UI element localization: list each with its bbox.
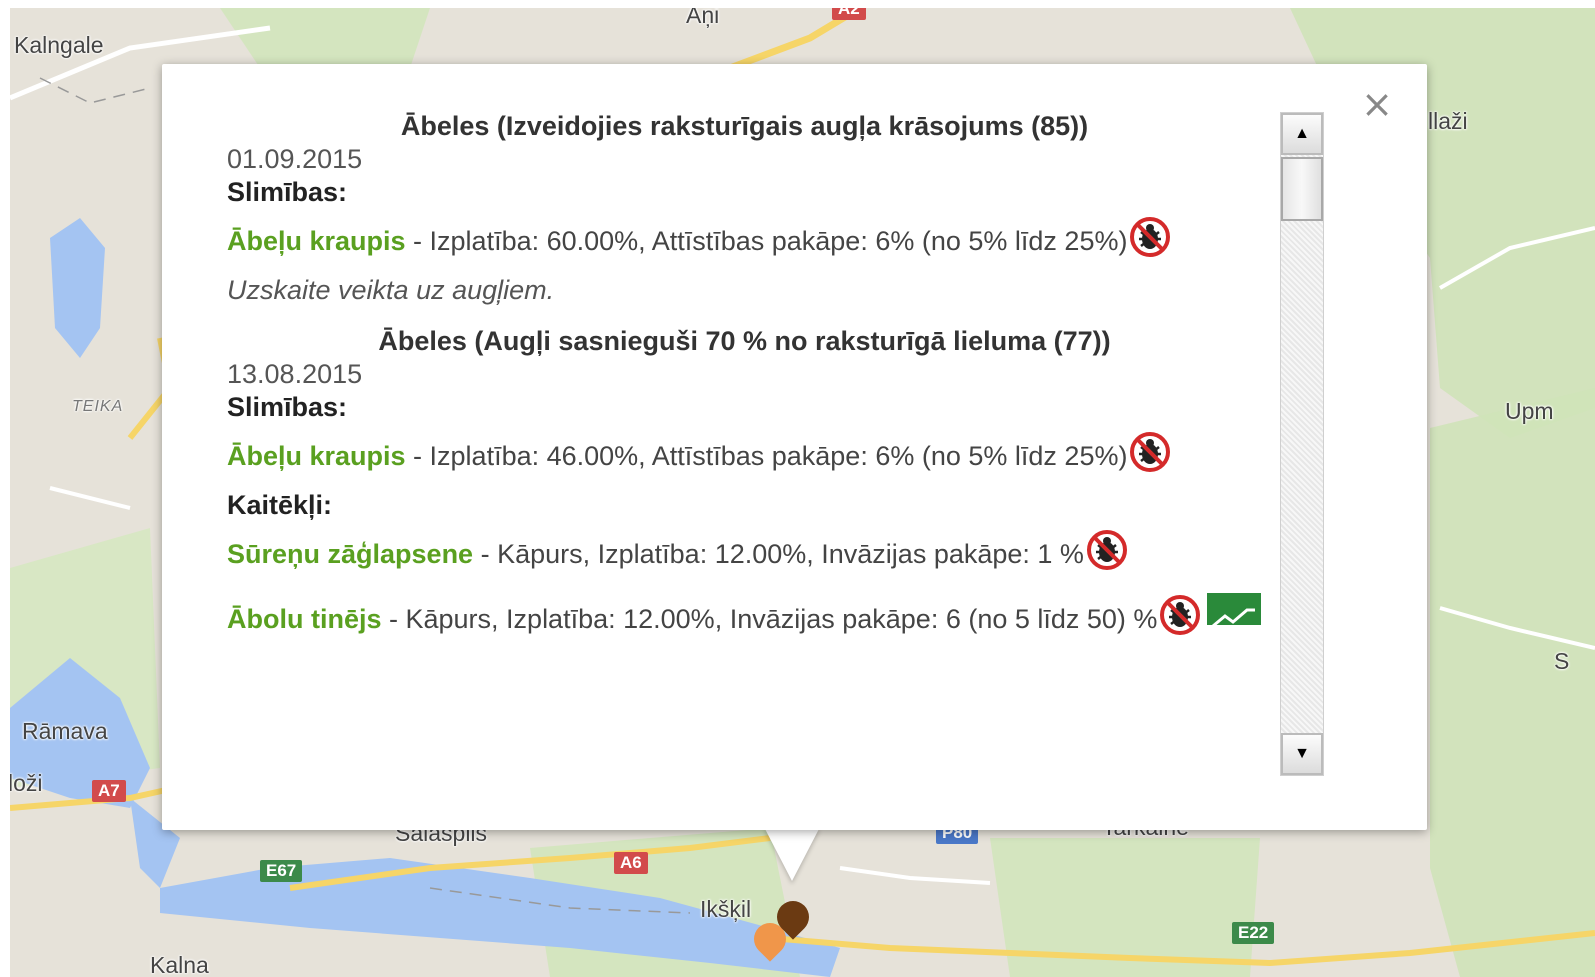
vertical-scrollbar[interactable]: ▲ ▼ [1280, 112, 1324, 776]
map-label-lozi: loži [10, 770, 43, 796]
section-label: Slimības: [227, 392, 348, 422]
item-name: Ābeļu kraupis [227, 441, 406, 471]
pest-item: Ābolu tinējs - Kāpurs, Izplatība: 12.00%… [227, 587, 1262, 652]
item-desc: - Kāpurs, Izplatība: 12.00%, Invāzijas p… [473, 539, 1084, 569]
pest-item: Sūreņu zāģlapsene - Kāpurs, Izplatība: 1… [227, 522, 1262, 587]
item-name: Ābeļu kraupis [227, 226, 406, 256]
item-desc: - Izplatība: 60.00%, Attīstības pakāpe: … [405, 226, 1128, 256]
item-desc: - Izplatība: 46.00%, Attīstības pakāpe: … [405, 441, 1128, 471]
observation-entry: Ābeles (Izveidojies raksturīgais augļa k… [227, 110, 1262, 307]
pest-warning-icon[interactable] [1129, 216, 1171, 258]
entry-date: 01.09.2015 [227, 144, 363, 174]
info-window-content[interactable]: Ābeles (Izveidojies raksturīgais augļa k… [227, 110, 1262, 772]
entry-date: 13.08.2015 [227, 359, 363, 389]
section-label: Slimības: [227, 177, 348, 207]
road-shield-a7: A7 [92, 780, 126, 802]
close-icon[interactable]: × [1361, 84, 1393, 124]
map-label-s: S [1554, 648, 1570, 674]
scroll-thumb[interactable] [1281, 157, 1323, 221]
road-shield-e67: E67 [260, 860, 303, 882]
entry-note: Uzskaite veikta uz augļiem. [227, 275, 555, 305]
item-name: Sūreņu zāģlapsene [227, 539, 474, 569]
trend-chart-icon[interactable] [1207, 593, 1262, 628]
road-shield-a2: A2 [832, 8, 866, 20]
info-window: × Ābeles (Izveidojies raksturīgais augļa… [162, 64, 1427, 830]
entry-title: Ābeles (Augļi sasnieguši 70 % no rakstur… [378, 326, 1111, 356]
road-shield-a6: A6 [614, 852, 648, 874]
item-desc: - Kāpurs, Izplatība: 12.00%, Invāzijas p… [381, 604, 1158, 634]
entry-title: Ābeles (Izveidojies raksturīgais augļa k… [400, 111, 1089, 141]
scroll-down-button[interactable]: ▼ [1281, 733, 1323, 775]
road-shield-e22: E22 [1232, 922, 1275, 944]
map-label-allazi: llaži [1428, 108, 1468, 134]
map-label-ani: Aņi [686, 8, 720, 28]
map-label-teika: TEIKA [72, 398, 124, 415]
disease-item: Ābeļu kraupis - Izplatība: 60.00%, Attīs… [227, 209, 1262, 274]
infowindow-tail [764, 827, 820, 881]
scroll-up-button[interactable]: ▲ [1281, 113, 1323, 155]
map-label-ramava: Rāmava [22, 718, 108, 744]
map-label-kalna: Kalna [150, 952, 209, 977]
pest-warning-icon[interactable] [1129, 431, 1171, 473]
item-name: Ābolu tinējs [227, 604, 382, 634]
map-label-ikskile: Ikšķil [700, 896, 752, 922]
pest-warning-icon[interactable] [1159, 594, 1201, 636]
section-label: Kaitēkļi: [227, 490, 333, 520]
map-label-kalngale: Kalngale [14, 32, 104, 58]
pest-warning-icon[interactable] [1086, 529, 1128, 571]
observation-entry: Ābeles (Augļi sasnieguši 70 % no rakstur… [227, 325, 1262, 652]
disease-item: Ābeļu kraupis - Izplatība: 46.00%, Attīs… [227, 424, 1262, 489]
map-label-upm: Upm [1505, 398, 1554, 424]
